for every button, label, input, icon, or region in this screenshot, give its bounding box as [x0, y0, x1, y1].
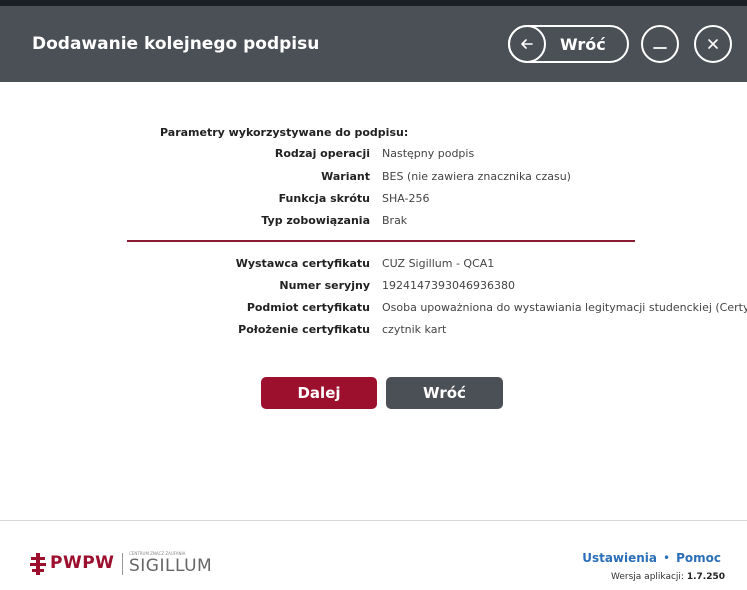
param-label: Wariant	[321, 170, 370, 183]
certificate-label: Wystawca certyfikatu	[235, 257, 370, 270]
certificate-row: Położenie certyfikatu czytnik kart	[0, 323, 747, 343]
certificate-label: Numer seryjny	[279, 279, 370, 292]
param-label: Rodzaj operacji	[274, 147, 370, 160]
close-icon	[708, 39, 718, 49]
logo-separator	[122, 553, 123, 575]
pwpw-sigillum-logo: PWPW CENTRUM ZNACZ ZAUFANIA SIGILLUM	[30, 551, 230, 577]
header-back-button[interactable]: Wróć	[508, 25, 629, 63]
app-header: Dodawanie kolejnego podpisu Wróć	[0, 6, 747, 82]
param-row: Wariant BES (nie zawiera znacznika czasu…	[0, 170, 747, 190]
header-back-label: Wróć	[560, 35, 606, 54]
page-title: Dodawanie kolejnego podpisu	[32, 34, 320, 54]
pwpw-emblem-icon	[30, 553, 46, 575]
certificate-label: Podmiot certyfikatu	[246, 301, 370, 314]
app-version: Wersja aplikacji: 1.7.250	[611, 572, 725, 582]
param-value: Brak	[382, 214, 408, 227]
certificate-value: Osoba upoważniona do wystawiania legitym…	[382, 301, 747, 314]
section-divider	[127, 240, 635, 242]
certificate-value: CUZ Sigillum - QCA1	[382, 257, 495, 270]
certificate-value: czytnik kart	[382, 323, 447, 336]
param-label: Funkcja skrótu	[278, 192, 370, 205]
footer-divider	[0, 520, 747, 521]
settings-link[interactable]: Ustawienia	[582, 551, 657, 565]
version-value: 1.7.250	[686, 572, 725, 582]
param-label: Typ zobowiązania	[261, 214, 370, 227]
certificate-row: Podmiot certyfikatu Osoba upoważniona do…	[0, 301, 747, 321]
minimize-button[interactable]	[641, 25, 679, 63]
link-separator: •	[663, 551, 671, 565]
version-label: Wersja aplikacji:	[611, 572, 684, 582]
footer-links: Ustawienia • Pomoc	[582, 551, 721, 565]
help-link[interactable]: Pomoc	[676, 551, 721, 565]
logo-pwpw-text: PWPW	[50, 553, 115, 573]
certificate-row: Numer seryjny 1924147393046936380	[0, 279, 747, 299]
certificate-value: 1924147393046936380	[382, 279, 515, 292]
close-button[interactable]	[694, 25, 732, 63]
param-value: Następny podpis	[382, 147, 475, 160]
logo-sigillum-text: SIGILLUM	[129, 556, 213, 576]
param-row: Funkcja skrótu SHA-256	[0, 192, 747, 212]
params-heading: Parametry wykorzystywane do podpisu:	[160, 126, 409, 139]
certificate-label: Położenie certyfikatu	[238, 323, 370, 336]
param-value: SHA-256	[382, 192, 430, 205]
param-row: Rodzaj operacji Następny podpis	[0, 147, 747, 167]
param-value: BES (nie zawiera znacznika czasu)	[382, 170, 571, 183]
param-row: Typ zobowiązania Brak	[0, 214, 747, 234]
certificate-row: Wystawca certyfikatu CUZ Sigillum - QCA1	[0, 257, 747, 277]
next-button[interactable]: Dalej	[261, 377, 377, 409]
arrow-left-icon	[508, 25, 546, 63]
minimize-icon	[653, 47, 667, 49]
back-button[interactable]: Wróć	[386, 377, 503, 409]
